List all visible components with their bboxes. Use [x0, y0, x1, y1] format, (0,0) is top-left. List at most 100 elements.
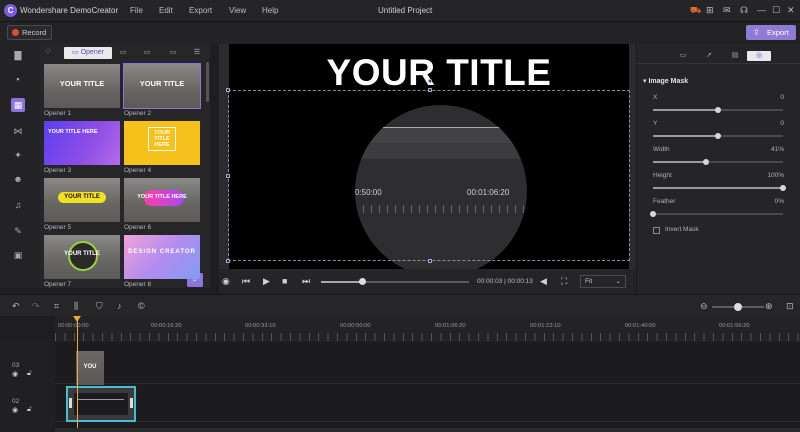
template-thumbnail[interactable]: YOUR TITLE — [123, 63, 201, 109]
video-tab-icon[interactable]: ▭ — [673, 51, 693, 61]
track-row-02[interactable] — [55, 384, 800, 422]
subtitle-icon[interactable]: ▭ — [140, 47, 154, 59]
menu-file[interactable]: File — [130, 6, 143, 15]
tab-opener[interactable]: ▭ Opener — [64, 47, 112, 59]
zoom-fit-select[interactable]: Fit ⌄ — [580, 275, 626, 288]
volume-icon[interactable]: ◀ — [540, 276, 547, 287]
endcredit-icon[interactable]: ▭ — [166, 47, 180, 59]
caption-tab-icon[interactable]: ▤ — [725, 51, 745, 61]
selection-box[interactable] — [228, 90, 630, 261]
slider-knob[interactable] — [715, 133, 721, 139]
mail-icon[interactable]: ✉ — [723, 5, 731, 16]
slider-knob[interactable] — [703, 159, 710, 165]
menu-export[interactable]: Export — [189, 6, 212, 15]
template-thumbnail[interactable]: YOUR TITLE HERE — [124, 178, 200, 222]
fullscreen-icon[interactable]: ⛶ — [561, 276, 567, 287]
tab-label: Opener — [80, 49, 104, 56]
maximize-icon[interactable]: ☐ — [772, 5, 780, 16]
effects-icon[interactable]: ✦ — [11, 148, 25, 162]
scrubber-knob[interactable] — [359, 278, 367, 285]
timeline-ruler[interactable]: 00:00:00:00 00:00:16:20 00:00:33:10 00:00:5… — [55, 316, 800, 342]
close-icon[interactable]: ✕ — [787, 5, 795, 16]
crop-icon[interactable]: ⌗ — [54, 301, 59, 312]
template-thumbnail[interactable]: YOUR TITLE — [44, 178, 120, 222]
sticker-icon[interactable]: ☻ — [11, 172, 25, 186]
export-button[interactable]: ⇪ Export — [746, 25, 796, 40]
param-slider-width[interactable] — [653, 159, 783, 165]
clip-trim-right[interactable] — [130, 398, 133, 408]
image-mask-header[interactable]: ▾ Image Mask — [643, 77, 688, 85]
library-scrollbar[interactable] — [206, 62, 209, 102]
resize-handle[interactable] — [428, 88, 432, 92]
mic-icon[interactable]: ♪ — [117, 301, 122, 311]
templates-icon[interactable]: ▦ — [11, 98, 25, 112]
next-frame-icon[interactable]: ⏭ — [302, 276, 310, 287]
audio-icon[interactable]: ♫ — [11, 198, 25, 212]
eye-icon[interactable]: ◉ — [12, 370, 18, 378]
timeline-scrollbar[interactable] — [55, 428, 800, 432]
slider-knob[interactable] — [780, 185, 786, 191]
play-icon[interactable]: ▶ — [263, 276, 270, 287]
ruler-timecode: 00:01:06:20 — [435, 323, 466, 329]
title-clip[interactable]: YOU — [76, 351, 104, 385]
param-slider-y[interactable] — [653, 133, 783, 139]
fit-timeline-icon[interactable]: ⊡ — [786, 301, 794, 312]
clip-trim-left[interactable] — [69, 398, 72, 408]
param-slider-x[interactable] — [653, 107, 783, 113]
slider-knob[interactable] — [715, 107, 721, 113]
playhead[interactable] — [77, 318, 78, 432]
lock-icon[interactable]: 🔓︎ — [27, 370, 32, 378]
template-thumbnail[interactable]: DESIGN CREATOR — [124, 235, 200, 279]
template-thumbnail[interactable]: YOUR TITLE HERE — [44, 121, 120, 165]
resize-handle[interactable] — [226, 88, 230, 92]
list-icon[interactable]: ☰ — [190, 47, 204, 59]
lowerthird-icon[interactable]: ▭ — [116, 47, 130, 59]
minimize-icon[interactable]: — — [757, 5, 766, 15]
gift-icon[interactable]: ⊞ — [706, 5, 714, 16]
store-icon[interactable]: ▣ — [11, 248, 25, 262]
lock-icon[interactable]: 🔓︎ — [27, 406, 32, 414]
rotate-handle[interactable] — [428, 79, 432, 83]
track-row-03[interactable] — [55, 346, 800, 384]
cursor-tab-icon[interactable]: ➚ — [699, 51, 719, 61]
ruler-timecode: 00:00:00:00 — [58, 323, 89, 329]
template-thumbnail[interactable]: YOUR TITLE — [44, 64, 120, 108]
camera-icon[interactable]: ◉ — [222, 276, 230, 287]
folder-icon[interactable]: ▇ — [11, 48, 25, 62]
pin-icon[interactable]: ✎ — [11, 224, 25, 238]
caption-icon[interactable]: ▪ — [11, 72, 25, 86]
record-button[interactable]: Record — [7, 25, 52, 40]
template-thumbnail[interactable]: YOUR TITLE HERE — [124, 121, 200, 165]
cart-icon[interactable]: ⛟ — [690, 5, 701, 17]
marker-icon[interactable]: ⛉ — [96, 301, 103, 312]
headset-icon[interactable]: ☊ — [740, 5, 748, 16]
resize-handle[interactable] — [226, 174, 230, 178]
menu-help[interactable]: Help — [262, 6, 278, 15]
resize-handle[interactable] — [226, 259, 230, 263]
invert-mask-checkbox[interactable] — [653, 227, 660, 234]
redo-icon[interactable]: ↷ — [32, 301, 40, 312]
split-icon[interactable]: ⫼ — [74, 301, 78, 312]
prev-frame-icon[interactable]: ⏮ — [242, 276, 250, 287]
eye-icon[interactable]: ◉ — [12, 406, 18, 414]
stop-icon[interactable]: ■ — [282, 276, 287, 286]
param-slider-height[interactable] — [653, 185, 786, 191]
transition-icon[interactable]: ⋈ — [11, 124, 25, 138]
track-number-02: 02 — [12, 398, 20, 405]
menu-view[interactable]: View — [229, 6, 246, 15]
resize-handle[interactable] — [428, 259, 432, 263]
mask-tab-icon[interactable]: ◎ — [747, 51, 771, 61]
undo-icon[interactable]: ↶ — [12, 301, 20, 312]
param-slider-feather[interactable] — [650, 211, 783, 217]
menu-edit[interactable]: Edit — [159, 6, 173, 15]
heart-icon[interactable]: ♡ — [42, 47, 54, 59]
playhead-handle[interactable] — [73, 316, 81, 322]
copyright-icon[interactable]: © — [138, 301, 145, 311]
slider-knob[interactable] — [650, 211, 656, 217]
zoom-in-icon[interactable]: ⊕ — [765, 301, 773, 312]
template-thumbnail[interactable]: YOUR TITLE — [44, 235, 120, 279]
zoom-out-icon[interactable]: ⊖ — [700, 301, 708, 312]
playback-scrubber[interactable] — [321, 278, 469, 285]
zoom-knob[interactable] — [734, 303, 742, 311]
param-label-y: Y — [653, 120, 658, 127]
